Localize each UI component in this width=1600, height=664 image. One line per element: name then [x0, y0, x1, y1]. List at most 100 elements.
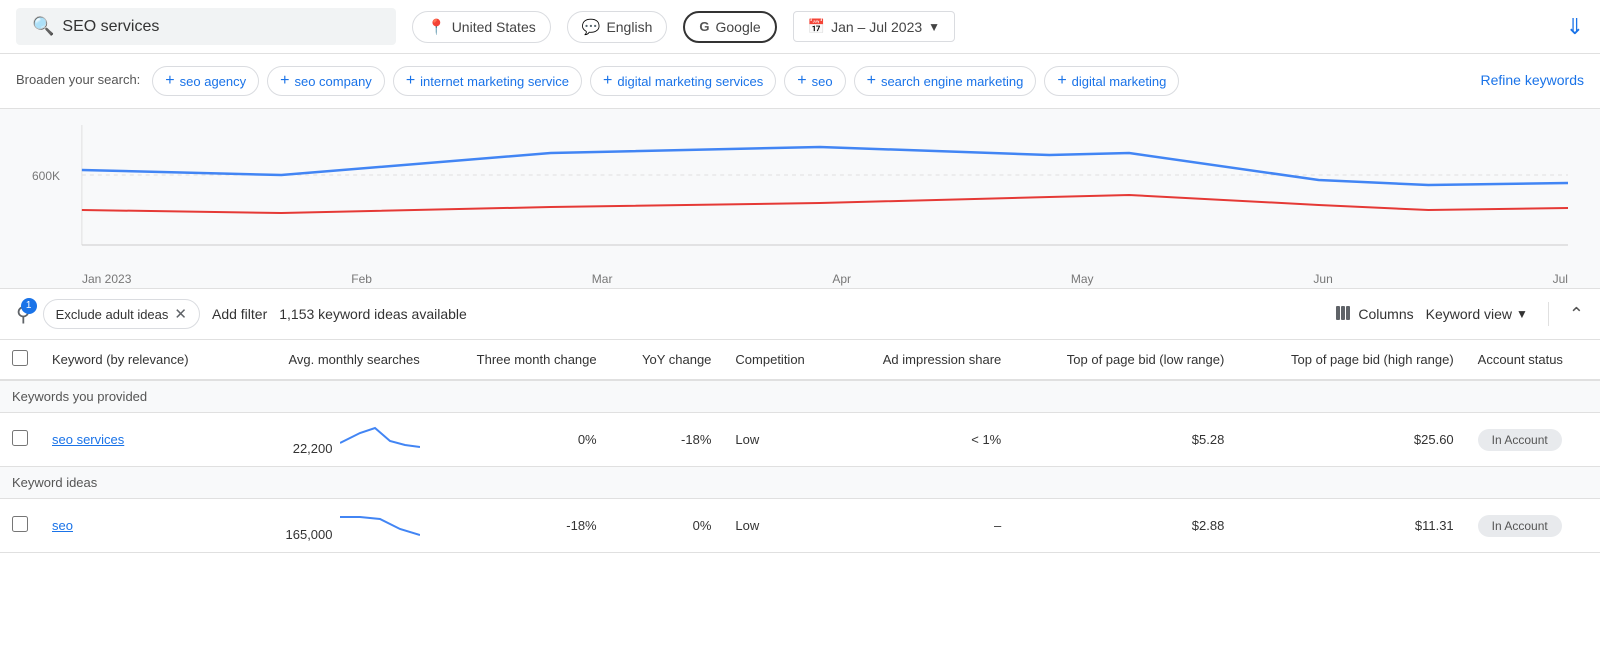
chip-label: internet marketing service	[420, 74, 569, 89]
broaden-chip[interactable]: + seo agency	[152, 66, 259, 96]
chevron-down-icon: ▼	[928, 20, 940, 34]
plus-icon: +	[603, 72, 612, 90]
row-top-bid-low: $5.28	[1013, 413, 1236, 467]
chart-x-may: May	[1071, 272, 1094, 286]
date-range-picker[interactable]: 📅 Jan – Jul 2023 ▼	[793, 11, 955, 42]
col-competition[interactable]: Competition	[723, 340, 838, 380]
broaden-label: Broaden your search:	[16, 66, 140, 87]
chart-x-labels: Jan 2023 Feb Mar Apr May Jun Jul	[32, 272, 1568, 286]
location-label: United States	[452, 19, 536, 35]
keyword-link[interactable]: seo	[52, 518, 73, 533]
plus-icon: +	[165, 72, 174, 90]
row-avg-monthly: 22,200	[237, 413, 431, 467]
table-header-row: Keyword (by relevance) Avg. monthly sear…	[0, 340, 1600, 380]
add-filter-button[interactable]: Add filter	[212, 306, 267, 322]
keyword-view-button[interactable]: Keyword view ▼	[1426, 306, 1528, 322]
filter-icon-wrap[interactable]: ⚲ 1	[16, 302, 31, 327]
row-keyword[interactable]: seo services	[40, 413, 237, 467]
select-all-header[interactable]	[0, 340, 40, 380]
keyword-count-label: 1,153 keyword ideas available	[279, 306, 467, 322]
chip-label: digital marketing services	[617, 74, 763, 89]
broaden-search-row: Broaden your search: + seo agency +seo com…	[0, 54, 1600, 109]
columns-button[interactable]: Columns	[1334, 304, 1413, 325]
chip-label: digital marketing	[1072, 74, 1167, 89]
broaden-chip[interactable]: +digital marketing	[1044, 66, 1179, 96]
table-row: seo 165,000 -18% 0% Low – $2.88 $11.31 I…	[0, 499, 1600, 553]
language-pill[interactable]: 💬 English	[567, 11, 668, 43]
col-top-bid-high[interactable]: Top of page bid (high range)	[1236, 340, 1465, 380]
keywords-table-wrap: Keyword (by relevance) Avg. monthly sear…	[0, 340, 1600, 553]
chevron-down-icon-view: ▼	[1516, 307, 1528, 321]
filter-badge: 1	[21, 298, 37, 314]
section-label: Keywords you provided	[0, 380, 1600, 413]
plus-icon: +	[867, 72, 876, 90]
broaden-chip[interactable]: + seo	[784, 66, 845, 96]
row-competition: Low	[723, 499, 838, 553]
chart-y-label: 600K	[32, 169, 60, 183]
broaden-chip[interactable]: +seo company	[267, 66, 385, 96]
refine-keywords-button[interactable]: Refine keywords	[1481, 66, 1585, 88]
select-all-checkbox[interactable]	[12, 350, 28, 366]
search-input[interactable]	[62, 18, 380, 36]
row-checkbox[interactable]	[12, 430, 28, 446]
row-checkbox-cell[interactable]	[0, 413, 40, 467]
chart-svg	[32, 125, 1568, 265]
platform-pill[interactable]: G Google	[683, 11, 776, 43]
table-row: seo services 22,200 0% -18% Low < 1% $5.…	[0, 413, 1600, 467]
row-top-bid-high: $25.60	[1236, 413, 1465, 467]
chart-x-mar: Mar	[592, 272, 613, 286]
section-label: Keyword ideas	[0, 467, 1600, 499]
plus-icon: +	[797, 72, 806, 90]
keyword-link[interactable]: seo services	[52, 432, 124, 447]
row-account-status: In Account	[1466, 499, 1600, 553]
location-pill[interactable]: 📍 United States	[412, 11, 551, 43]
col-three-month[interactable]: Three month change	[432, 340, 609, 380]
row-top-bid-low: $2.88	[1013, 499, 1236, 553]
row-three-month: -18%	[432, 499, 609, 553]
plus-icon: +	[406, 72, 415, 90]
row-checkbox-cell[interactable]	[0, 499, 40, 553]
table-section-row: Keywords you provided	[0, 380, 1600, 413]
download-button[interactable]: ⇓	[1566, 14, 1584, 40]
chip-label: seo	[812, 74, 833, 89]
search-icon: 🔍	[32, 16, 54, 37]
row-competition: Low	[723, 413, 838, 467]
remove-filter-button[interactable]: ✕	[174, 305, 187, 323]
row-ad-impression: < 1%	[838, 413, 1013, 467]
language-icon: 💬	[582, 18, 601, 36]
vertical-divider	[1548, 302, 1549, 326]
col-keyword[interactable]: Keyword (by relevance)	[40, 340, 237, 380]
broaden-chip[interactable]: + digital marketing services	[590, 66, 776, 96]
row-yoy: -18%	[609, 413, 724, 467]
exclude-adult-chip[interactable]: Exclude adult ideas ✕	[43, 299, 200, 329]
broaden-chip[interactable]: + search engine marketing	[854, 66, 1037, 96]
search-box[interactable]: 🔍	[16, 8, 396, 45]
columns-label: Columns	[1358, 306, 1413, 322]
broaden-chips: +seo agency+seo company+internet marketi…	[152, 66, 1468, 96]
plus-icon: +	[280, 72, 289, 90]
calendar-icon: 📅	[808, 18, 825, 35]
chart-x-jul: Jul	[1553, 272, 1568, 286]
row-ad-impression: –	[838, 499, 1013, 553]
row-checkbox[interactable]	[12, 516, 28, 532]
chip-label: seo agency	[180, 74, 247, 89]
col-top-bid-low[interactable]: Top of page bid (low range)	[1013, 340, 1236, 380]
filter-bar: ⚲ 1 Exclude adult ideas ✕ Add filter 1,1…	[0, 289, 1600, 340]
col-account-status[interactable]: Account status	[1466, 340, 1600, 380]
col-yoy[interactable]: YoY change	[609, 340, 724, 380]
platform-icon: G	[699, 19, 709, 34]
col-avg-monthly[interactable]: Avg. monthly searches	[237, 340, 431, 380]
broaden-chip[interactable]: + internet marketing service	[393, 66, 582, 96]
chip-label: search engine marketing	[881, 74, 1023, 89]
language-label: English	[606, 19, 652, 35]
date-range-label: Jan – Jul 2023	[831, 19, 922, 35]
table-section-row: Keyword ideas	[0, 467, 1600, 499]
chart-x-jun: Jun	[1313, 272, 1332, 286]
row-keyword[interactable]: seo	[40, 499, 237, 553]
search-trend-chart: 600K Jan 2023 Feb Mar Apr May Jun Jul	[0, 109, 1600, 289]
row-account-status: In Account	[1466, 413, 1600, 467]
chart-x-apr: Apr	[832, 272, 851, 286]
col-ad-impression[interactable]: Ad impression share	[838, 340, 1013, 380]
collapse-button[interactable]: ⌃	[1569, 304, 1584, 325]
in-account-badge: In Account	[1478, 515, 1562, 537]
